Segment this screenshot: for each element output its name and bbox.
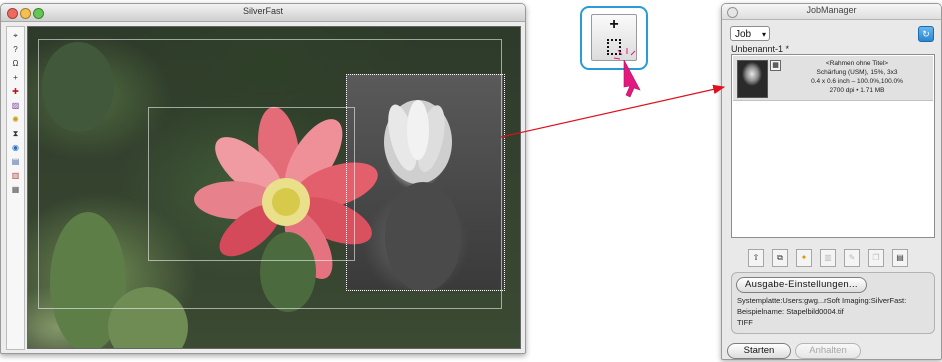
question-icon[interactable]: ? xyxy=(9,44,22,55)
silverfast-window-title: SilverFast xyxy=(242,6,283,16)
bulb-icon[interactable]: ✦ xyxy=(796,249,812,267)
job-thumbnail xyxy=(737,60,768,98)
new-frame-tool-callout: + xyxy=(580,6,648,70)
gradation-icon[interactable]: ▨ xyxy=(9,100,22,111)
silverfast-titlebar: SilverFast xyxy=(1,4,525,22)
trash-icon[interactable]: ▥ xyxy=(820,249,836,267)
new-frame-button[interactable]: + xyxy=(591,14,637,61)
item-resolution: 2700 dpi • 1.71 MB xyxy=(829,87,885,94)
job-select[interactable]: Job ▾ xyxy=(730,26,770,41)
output-path: Systemplatte:Users:gwg...rSoft Imaging:S… xyxy=(737,296,907,305)
copy-icon[interactable]: ❐ xyxy=(868,249,884,267)
globe-icon[interactable]: ◉ xyxy=(9,142,22,153)
output-sample-name: Beispielname: Stapelbild0004.tif xyxy=(737,307,844,316)
selected-scan-frame[interactable] xyxy=(346,74,505,291)
output-format: TIFF xyxy=(737,318,753,327)
chevron-down-icon: ▾ xyxy=(761,30,766,39)
job-name-label: Unbenannt-1 * xyxy=(731,44,790,54)
item-sharpening: Schärfung (USM), 15%, 3x3 xyxy=(816,69,898,76)
jobmanager-title: JobManager xyxy=(806,5,857,15)
sun-icon[interactable]: ✺ xyxy=(9,114,22,125)
duplicate-icon[interactable]: ⧉ xyxy=(772,249,788,267)
output-settings-panel: Ausgabe-Einstellungen... Systemplatte:Us… xyxy=(731,272,935,334)
frame-type-icon: ▦ xyxy=(770,60,781,71)
scan-icon[interactable]: ▦ xyxy=(9,184,22,195)
filter-icon[interactable]: ▤ xyxy=(9,156,22,167)
connector-arrow xyxy=(500,84,726,138)
frame-icon[interactable]: ⌖ xyxy=(9,30,22,41)
list-item[interactable]: ▦ <Rahmen ohne Titel> Schärfung (USM), 1… xyxy=(733,56,933,101)
pipette-icon[interactable]: ✚ xyxy=(9,86,22,97)
job-list[interactable]: ▦ <Rahmen ohne Titel> Schärfung (USM), 1… xyxy=(731,54,935,238)
output-settings-button[interactable]: Ausgabe-Einstellungen... xyxy=(736,277,867,293)
jobmanager-window: JobManager Job ▾ ↻ Unbenannt-1 * ▦ <Rahm… xyxy=(721,3,942,360)
start-button[interactable]: Starten xyxy=(727,343,791,359)
jobmanager-titlebar: JobManager xyxy=(722,4,941,20)
silverfast-window: SilverFast ⌖ ? Ω + ✚ ▨ ✺ ⧗ ◉ ▤ ▥ ▦ xyxy=(0,3,526,354)
stop-button[interactable]: Anhalten xyxy=(795,343,861,359)
item-frame-title: <Rahmen ohne Titel> xyxy=(825,60,889,67)
prescan-image[interactable] xyxy=(27,26,521,349)
edit-icon[interactable]: ✎ xyxy=(844,249,860,267)
color-icon[interactable]: ▥ xyxy=(9,170,22,181)
add-frame-icon[interactable]: ⇧ xyxy=(748,249,764,267)
crop-add-icon[interactable]: + xyxy=(9,72,22,83)
loupe-icon[interactable]: Ω xyxy=(9,58,22,69)
inner-scan-frame[interactable] xyxy=(148,107,355,261)
film-icon[interactable]: ▤ xyxy=(892,249,908,267)
job-select-value: Job xyxy=(735,29,752,40)
silverfast-toolbar: ⌖ ? Ω + ✚ ▨ ✺ ⧗ ◉ ▤ ▥ ▦ xyxy=(6,26,25,350)
dotted-frame-icon xyxy=(607,39,621,55)
hourglass-icon[interactable]: ⧗ xyxy=(9,128,22,139)
plus-icon: + xyxy=(609,16,619,33)
item-size: 0.4 x 0.6 inch – 100.0%,100.0% xyxy=(811,78,903,85)
refresh-icon[interactable]: ↻ xyxy=(918,26,934,42)
